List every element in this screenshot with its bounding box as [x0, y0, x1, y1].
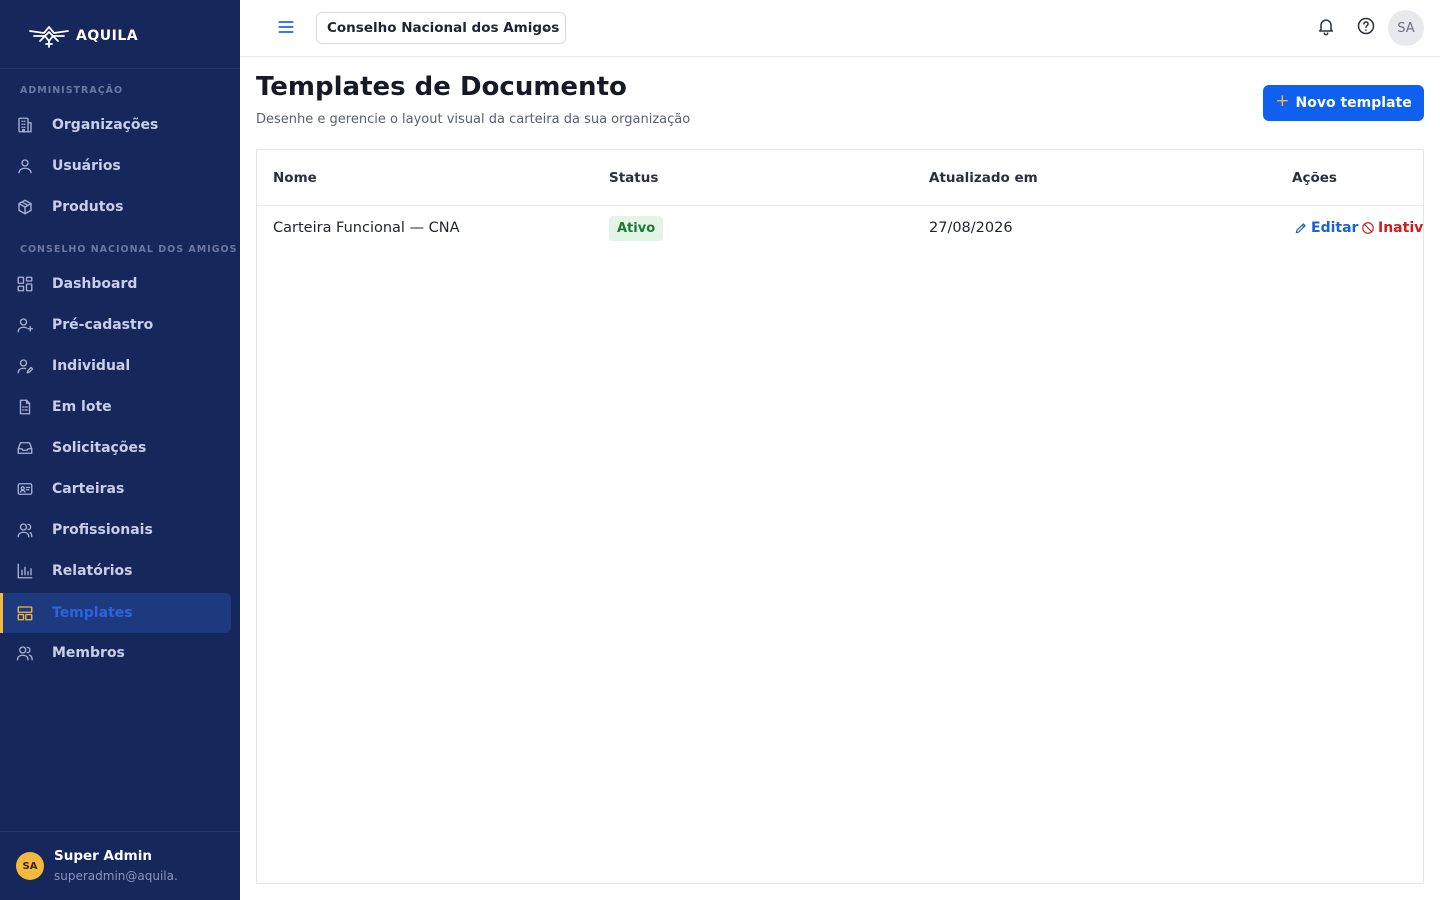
- help-button[interactable]: [1356, 16, 1376, 36]
- templates-table: Nome Status Atualizado em Ações Carteira…: [256, 149, 1424, 884]
- sidebar-item-label: Organizações: [52, 117, 159, 133]
- sidebar-item-templates[interactable]: Templates: [0, 593, 231, 633]
- section-label-conselho: CONSELHO NACIONAL DOS AMIGOS: [20, 244, 238, 255]
- column-header-acoes: Ações: [1292, 170, 1337, 186]
- deactivate-label: Inativa: [1378, 220, 1424, 236]
- grid-icon: [16, 275, 34, 293]
- section-label-administracao: ADMINISTRAÇÃO: [20, 85, 124, 96]
- organization-select[interactable]: Conselho Nacional dos Amigos: [316, 12, 566, 44]
- user-email: superadmin@aquila.: [54, 869, 178, 883]
- sidebar-item-membros[interactable]: Membros: [0, 633, 240, 673]
- updated-date: 27/08/2026: [929, 220, 1013, 236]
- sidebar-item-organizacoes[interactable]: Organizações: [0, 105, 240, 145]
- sidebar-item-label: Pré-cadastro: [52, 317, 154, 333]
- box-icon: [16, 198, 34, 216]
- group-icon: [16, 644, 34, 662]
- plus-icon: +: [1275, 91, 1290, 111]
- sidebar-item-label: Carteiras: [52, 481, 125, 497]
- page-subtitle: Desenhe e gerencie o layout visual da ca…: [256, 112, 691, 127]
- building-icon: [16, 116, 34, 134]
- sidebar-item-usuarios[interactable]: Usuários: [0, 146, 240, 186]
- bar-chart-icon: [16, 562, 34, 580]
- page-title: Templates de Documento: [256, 72, 627, 102]
- id-card-icon: [16, 480, 34, 498]
- sidebar-item-label: Solicitações: [52, 440, 147, 456]
- users-icon: [16, 521, 34, 539]
- user-plus-icon: [16, 316, 34, 334]
- layout-icon: [16, 604, 34, 622]
- deactivate-button[interactable]: Inativa: [1361, 220, 1424, 236]
- sidebar-item-individual[interactable]: Individual: [0, 346, 240, 386]
- file-list-icon: [16, 398, 34, 416]
- table-row: Carteira Funcional — CNA Ativo 27/08/202…: [257, 206, 1424, 252]
- sidebar-item-label: Templates: [52, 605, 133, 621]
- sidebar-item-label: Usuários: [52, 158, 121, 174]
- table-header: Nome Status Atualizado em Ações: [257, 150, 1423, 206]
- sidebar-item-relatorios[interactable]: Relatórios: [0, 551, 240, 591]
- notifications-button[interactable]: [1316, 16, 1336, 36]
- inbox-icon: [16, 439, 34, 457]
- column-header-nome[interactable]: Nome: [273, 170, 317, 186]
- sidebar-item-em-lote[interactable]: Em lote: [0, 387, 240, 427]
- sidebar-item-produtos[interactable]: Produtos: [0, 187, 240, 227]
- sidebar-item-label: Individual: [52, 358, 131, 374]
- status-badge: Ativo: [609, 216, 664, 241]
- sidebar-item-label: Dashboard: [52, 276, 138, 292]
- sidebar-item-label: Relatórios: [52, 563, 133, 579]
- new-template-label: Novo template: [1295, 95, 1412, 111]
- ban-icon: [1362, 222, 1374, 234]
- sidebar-item-label: Em lote: [52, 399, 112, 415]
- user-name: Super Admin: [54, 848, 152, 864]
- organization-select-value: Conselho Nacional dos Amigos: [327, 20, 560, 36]
- menu-toggle-button[interactable]: [276, 17, 296, 37]
- sidebar-user-profile[interactable]: SA Super Admin superadmin@aquila.: [0, 831, 240, 900]
- sidebar-item-label: Profissionais: [52, 522, 153, 538]
- sidebar-item-label: Produtos: [52, 199, 124, 215]
- template-name: Carteira Funcional — CNA: [273, 220, 460, 236]
- topbar: Conselho Nacional dos Amigos SA: [240, 0, 1440, 57]
- sidebar-item-profissionais[interactable]: Profissionais: [0, 510, 240, 550]
- column-header-status[interactable]: Status: [609, 170, 658, 186]
- sidebar: AQUILA ADMINISTRAÇÃO Organizações Usuári…: [0, 0, 240, 900]
- column-header-atualizado[interactable]: Atualizado em: [929, 170, 1038, 186]
- divider: [0, 68, 240, 69]
- user-avatar-button[interactable]: SA: [1388, 10, 1424, 46]
- user-icon: [16, 157, 34, 175]
- brand-logo[interactable]: AQUILA: [28, 22, 138, 50]
- hamburger-icon: [278, 21, 294, 33]
- aquila-logo-icon: [29, 26, 69, 48]
- pencil-icon: [1295, 223, 1306, 234]
- sidebar-item-carteiras[interactable]: Carteiras: [0, 469, 240, 509]
- avatar: SA: [16, 852, 44, 880]
- chevron-down-icon: [541, 23, 553, 35]
- edit-label: Editar: [1311, 220, 1359, 236]
- help-circle-icon: [1357, 17, 1375, 35]
- new-template-button[interactable]: + Novo template: [1263, 85, 1424, 121]
- sidebar-item-solicitacoes[interactable]: Solicitações: [0, 428, 240, 468]
- sidebar-item-pre-cadastro[interactable]: Pré-cadastro: [0, 305, 240, 345]
- bell-icon: [1319, 19, 1333, 36]
- brand-name: AQUILA: [76, 28, 139, 44]
- user-edit-icon: [16, 357, 34, 375]
- sidebar-item-label: Membros: [52, 645, 125, 661]
- edit-button[interactable]: Editar: [1294, 220, 1358, 236]
- sidebar-item-dashboard[interactable]: Dashboard: [0, 264, 240, 304]
